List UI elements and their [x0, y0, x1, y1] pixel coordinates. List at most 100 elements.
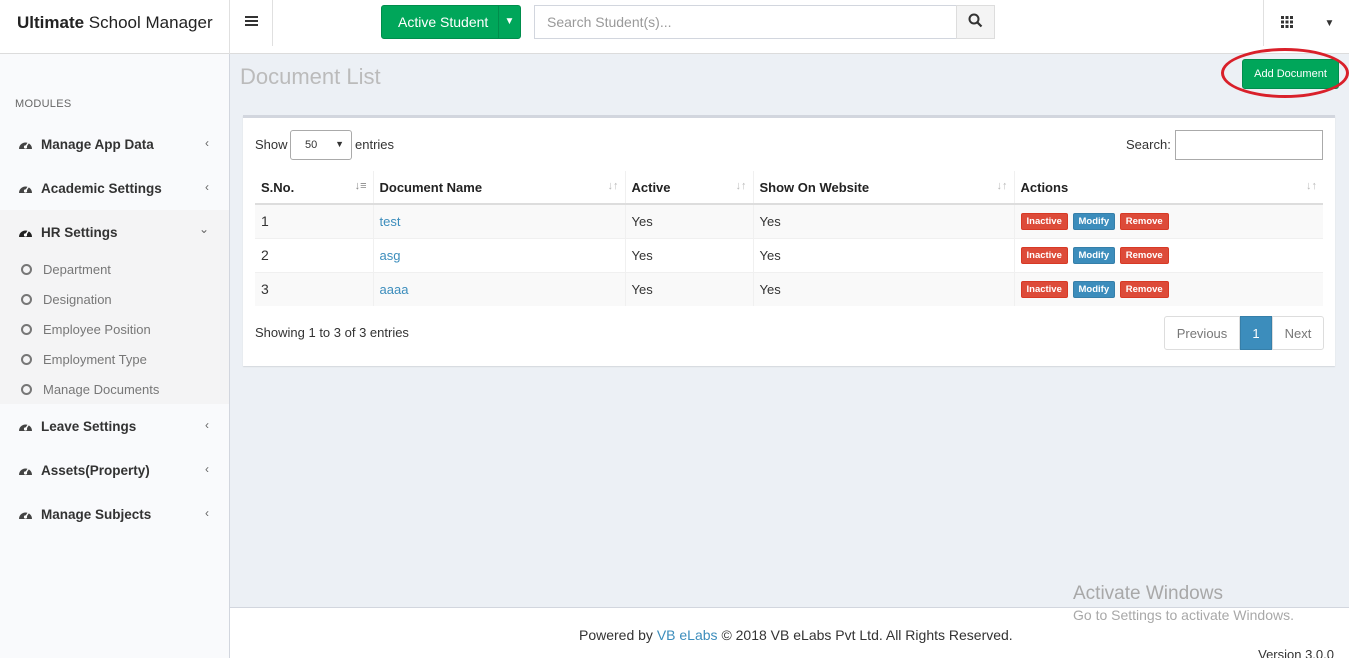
active-student-label: Active Student	[398, 14, 489, 30]
cell-active: Yes	[624, 271, 753, 306]
cell-active: Yes	[624, 203, 753, 238]
sort-icon: ↓↑	[996, 180, 1008, 192]
sidebar-item-manage-subjects[interactable]: Manage Subjects ‹	[0, 492, 229, 536]
dashboard-icon	[18, 137, 41, 151]
sidebar-item-label: Assets(Property)	[41, 462, 150, 478]
sidebar-item-assets[interactable]: Assets(Property) ‹	[0, 448, 229, 492]
search-icon	[968, 13, 983, 31]
document-table: S.No. ↓≡ Document Name ↓↑ Active ↓↑ Show On…	[255, 171, 1323, 306]
sidebar-item-label: Manage Subjects	[41, 506, 152, 522]
table-search-input[interactable]	[1175, 130, 1323, 160]
brand-name-rest: School Manager	[84, 13, 213, 32]
show-label: Show	[255, 137, 288, 152]
table-info-text: Showing 1 to 3 of 3 entries	[255, 325, 409, 340]
entries-label: entries	[355, 137, 395, 152]
column-header-sno[interactable]: S.No. ↓≡	[255, 171, 373, 205]
modify-button[interactable]: Modify	[1072, 281, 1116, 299]
inactive-button[interactable]: Inactive	[1020, 213, 1068, 231]
sort-asc-icon: ↓≡	[354, 180, 367, 192]
column-header-label: Show On Website	[759, 179, 870, 195]
cell-sno: 3	[255, 271, 373, 306]
page-size-select[interactable]: 50 ▼	[290, 130, 352, 160]
table-row: 1 test Yes Yes Inactive Modify Remove	[255, 203, 1323, 238]
pagination: Previous 1 Next	[1164, 316, 1324, 350]
sort-icon: ↓↑	[735, 180, 747, 192]
sidebar-item-label: HR Settings	[41, 224, 118, 240]
sidebar-item-hr-settings[interactable]: HR Settings ⌄	[0, 210, 229, 254]
sidebar-item-academic-settings[interactable]: Academic Settings ‹	[0, 166, 229, 210]
column-header-label: Active	[631, 179, 671, 195]
inactive-button[interactable]: Inactive	[1020, 247, 1068, 264]
remove-button[interactable]: Remove	[1119, 247, 1169, 264]
sidebar-item-manage-app-data[interactable]: Manage App Data ‹	[0, 122, 229, 166]
inactive-button[interactable]: Inactive	[1020, 281, 1068, 299]
sidebar-item-label: Manage App Data	[41, 136, 154, 152]
submenu-label: Designation	[43, 291, 112, 307]
modify-button[interactable]: Modify	[1072, 213, 1116, 231]
cell-actions: Inactive Modify Remove	[1013, 237, 1323, 272]
table-row: 2 asg Yes Yes Inactive Modify Remove	[255, 237, 1323, 272]
chevron-down-icon: ⌄	[198, 222, 209, 236]
sidebar-item-leave-settings[interactable]: Leave Settings ‹	[0, 404, 229, 448]
grid-icon	[1281, 15, 1293, 31]
sort-icon: ↓↑	[607, 180, 619, 192]
submenu-label: Department	[43, 261, 111, 277]
search-button[interactable]	[956, 5, 995, 39]
cell-document-name: test	[372, 203, 625, 238]
submenu-item-department[interactable]: Department	[0, 254, 229, 284]
caret-down-icon: ▼	[1324, 17, 1335, 29]
column-header-active[interactable]: Active ↓↑	[624, 171, 753, 205]
submenu-item-employment-type[interactable]: Employment Type	[0, 344, 229, 374]
table-search-label: Search:	[1126, 137, 1171, 152]
brand-logo[interactable]: Ultimate School Manager	[0, 0, 230, 54]
submenu-item-designation[interactable]: Designation	[0, 284, 229, 314]
column-header-label: S.No.	[261, 179, 295, 195]
cell-sno: 2	[255, 237, 373, 272]
highlight-annotation-circle	[1221, 48, 1349, 98]
cell-document-name: asg	[372, 237, 625, 272]
submenu-item-employee-position[interactable]: Employee Position	[0, 314, 229, 344]
windows-activation-title: Activate Windows	[1073, 583, 1223, 604]
user-menu-dropdown[interactable]: ▼	[1310, 0, 1349, 46]
document-link[interactable]: asg	[380, 248, 401, 263]
column-header-actions[interactable]: Actions ↓↑	[1013, 171, 1323, 205]
circle-icon	[21, 383, 32, 395]
page-size-value: 50	[305, 139, 318, 151]
column-header-document-name[interactable]: Document Name ↓↑	[372, 171, 625, 205]
remove-button[interactable]: Remove	[1119, 281, 1169, 299]
caret-down-icon: ▼	[335, 139, 344, 149]
cell-actions: Inactive Modify Remove	[1013, 271, 1323, 306]
chevron-left-icon: ‹	[205, 180, 209, 194]
sidebar-section-label: MODULES	[15, 98, 72, 110]
submenu-item-manage-documents[interactable]: Manage Documents	[0, 374, 229, 404]
submenu-label: Employee Position	[43, 321, 151, 337]
sort-icon: ↓↑	[1306, 180, 1317, 192]
chevron-left-icon: ‹	[205, 418, 209, 432]
dashboard-icon	[18, 463, 41, 477]
sidebar-toggle-button[interactable]	[230, 0, 273, 46]
company-link[interactable]: VB eLabs	[657, 627, 718, 643]
remove-button[interactable]: Remove	[1119, 213, 1169, 231]
modify-button[interactable]: Modify	[1072, 247, 1116, 264]
document-list-box: Show 50 ▼ entries Search: S.No. ↓≡ Docume…	[243, 115, 1335, 366]
student-search-input[interactable]	[534, 5, 957, 39]
page-1-button[interactable]: 1	[1240, 316, 1272, 350]
submenu-label: Employment Type	[43, 351, 147, 367]
cell-show-on-website: Yes	[752, 271, 1014, 306]
next-page-button[interactable]: Next	[1272, 316, 1324, 350]
column-header-show-on-website[interactable]: Show On Website ↓↑	[752, 171, 1014, 205]
apps-menu-button[interactable]	[1263, 0, 1310, 46]
copyright-text: © 2018 VB eLabs Pvt Ltd. All Rights Rese…	[721, 627, 1013, 643]
cell-sno: 1	[255, 203, 373, 238]
version-text: Version 3.0.0	[1258, 647, 1334, 658]
windows-activation-subtitle: Go to Settings to activate Windows.	[1073, 607, 1294, 623]
document-link[interactable]: aaaa	[380, 282, 409, 297]
caret-down-icon[interactable]: ▼	[498, 6, 520, 38]
hr-settings-submenu: Department Designation Employee Position…	[0, 254, 229, 404]
circle-icon	[21, 323, 32, 335]
dashboard-icon	[18, 507, 41, 521]
previous-page-button[interactable]: Previous	[1164, 316, 1240, 350]
brand-name-bold: Ultimate	[17, 13, 85, 32]
document-link[interactable]: test	[380, 214, 401, 229]
active-student-dropdown[interactable]: Active Student ▼	[381, 5, 521, 39]
